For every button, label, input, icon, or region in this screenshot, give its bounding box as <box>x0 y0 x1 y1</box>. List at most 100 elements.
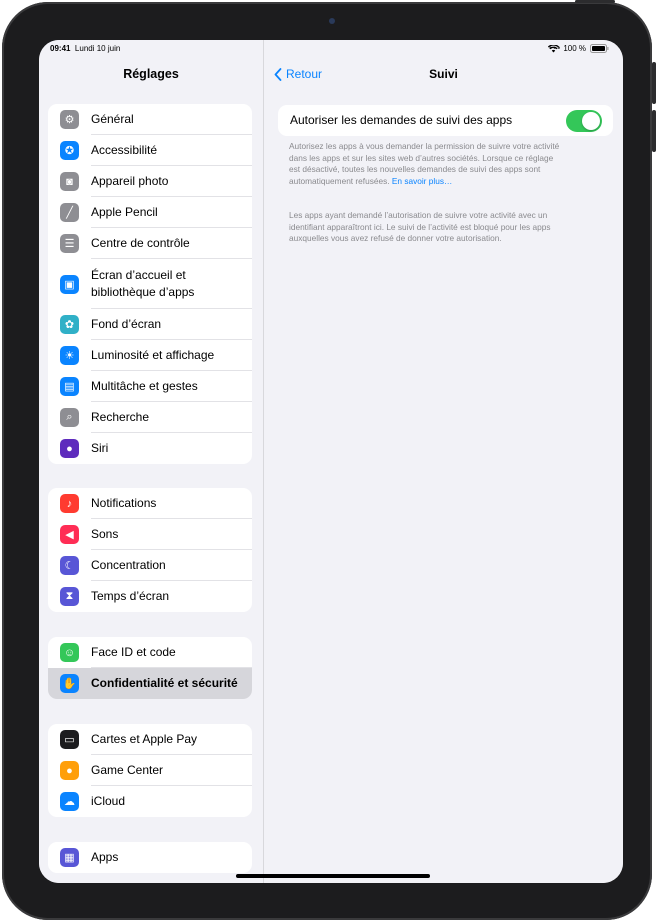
footer-line: identifiant apparaîtront ici. Le suivi d… <box>289 221 551 232</box>
bell-icon: ♪ <box>60 494 79 513</box>
sidebar-item-apps[interactable]: ▦ Apps <box>48 842 252 873</box>
sidebar-item-label: Luminosité et affichage <box>91 348 215 362</box>
toggles-icon: ☰ <box>60 234 79 253</box>
sidebar-item-face-id-et-code[interactable]: ☺ Face ID et code <box>48 637 252 668</box>
speaker-icon: ◀ <box>60 525 79 544</box>
tracking-toggle-row: Autoriser les demandes de suivi des apps <box>278 105 613 136</box>
sidebar-item-apple-pencil[interactable]: ╱ Apple Pencil <box>48 197 252 228</box>
top-button <box>575 0 615 3</box>
page-title: Suivi <box>429 67 458 81</box>
sidebar-item-label: Apps <box>91 850 119 864</box>
footer-line: automatiquement refusées. En savoir plus… <box>289 176 619 188</box>
volume-up-button <box>652 62 656 104</box>
hand-icon: ✋ <box>60 674 79 693</box>
sidebar-title: Réglages <box>123 67 179 81</box>
sidebar-item-label: Game Center <box>91 763 164 777</box>
sidebar-item-cartes-et-apple-pay[interactable]: ▭ Cartes et Apple Pay <box>48 724 252 755</box>
sidebar-item-centre-de-contrôle[interactable]: ☰ Centre de contrôle <box>48 228 252 259</box>
pencil-icon: ╱ <box>60 203 79 222</box>
footer-line: auxquelles vous avez refusé de donner vo… <box>289 233 502 243</box>
sidebar-item-label: Concentration <box>91 558 166 572</box>
sidebar-item-label: Accessibilité <box>91 143 158 157</box>
gear-icon: ⚙ <box>60 110 79 129</box>
front-camera <box>329 18 335 24</box>
sidebar-item-appareil-photo[interactable]: ◙ Appareil photo <box>48 166 252 197</box>
sidebar-item-label: Temps d’écran <box>91 589 170 603</box>
sidebar-item-label: Recherche <box>91 410 150 424</box>
sidebar-item-label: Multitâche et gestes <box>91 379 198 393</box>
wallet-icon: ▭ <box>60 730 79 749</box>
home-indicator[interactable] <box>236 874 430 878</box>
sidebar-item-label: Cartes et Apple Pay <box>91 732 198 746</box>
sidebar-item-multitâche-et-gestes[interactable]: ▤ Multitâche et gestes <box>48 371 252 402</box>
settings-group: ▦ Apps <box>48 842 252 873</box>
sidebar-item-label: Notifications <box>91 496 157 510</box>
toggle-knob <box>582 112 600 130</box>
battery-icon <box>590 44 609 53</box>
sidebar-item-confidentialité-et-sécurité[interactable]: ✋ Confidentialité et sécurité <box>48 668 252 699</box>
multitask-icon: ▤ <box>60 377 79 396</box>
wifi-icon <box>548 44 560 52</box>
sidebar-item-fond-d-écran[interactable]: ✿ Fond d’écran <box>48 309 252 340</box>
footer-line: est désactivé, toutes les nouvelles dema… <box>289 164 541 174</box>
sidebar-item-label: Fond d’écran <box>91 317 162 331</box>
home-screen-icon: ▣ <box>60 274 79 294</box>
sidebar-item-label: Siri <box>91 441 109 455</box>
game-center-icon: ● <box>60 761 79 780</box>
label-line: bibliothèque d’apps <box>91 285 195 299</box>
sidebar-item-label: Confidentialité et sécurité <box>91 676 238 690</box>
sidebar-item-label: Centre de contrôle <box>91 236 190 250</box>
settings-group: ☺ Face ID et code ✋ Confidentialité et sécu… <box>48 637 252 699</box>
label-line: Écran d’accueil et <box>91 268 186 282</box>
footer-tail: automatiquement refusées. <box>289 175 390 186</box>
settings-group: ▭ Cartes et Apple Pay ● Game Center ☁ iCloud <box>48 724 252 817</box>
learn-more-link[interactable]: En savoir plus… <box>392 176 452 186</box>
settings-group: ⚙ Général ✪ Accessibilité ◙ Appareil photo ╱ Ap… <box>48 104 252 464</box>
sidebar-item-général[interactable]: ⚙ Général <box>48 104 252 135</box>
accessibility-icon: ✪ <box>60 141 79 160</box>
tracking-toggle-label: Autoriser les demandes de suivi des apps <box>290 113 513 127</box>
sidebar-item-luminosité-et-affichage[interactable]: ☀ Luminosité et affichage <box>48 340 252 371</box>
sidebar: 09:41 Lundi 10 juin Réglages ⚙ Général ✪ Ac… <box>39 40 264 883</box>
flower-icon: ✿ <box>60 315 79 334</box>
sidebar-item-label: Sons <box>91 527 119 541</box>
search-icon: ⌕ <box>60 408 79 427</box>
sidebar-item-label: Apple Pencil <box>91 205 158 219</box>
tracking-toggle[interactable] <box>566 110 602 132</box>
sidebar-item-recherche[interactable]: ⌕ Recherche <box>48 402 252 433</box>
sidebar-item-label: Face ID et code <box>91 645 176 659</box>
footer-line: dans les apps et sur les sites web d’aut… <box>289 152 554 163</box>
sidebar-item-notifications[interactable]: ♪ Notifications <box>48 488 252 519</box>
moon-icon: ☾ <box>60 556 79 575</box>
footer-line: Autorisez les apps à vous demander la pe… <box>289 141 560 151</box>
sidebar-item-label: Général <box>91 112 134 126</box>
screen: 09:41 Lundi 10 juin Réglages ⚙ Général ✪ Ac… <box>39 40 623 883</box>
detail-pane: ••• 100 % Retour Suivi Autoriser les dem… <box>264 40 623 883</box>
sidebar-item-game-center[interactable]: ● Game Center <box>48 755 252 786</box>
settings-group: ♪ Notifications ◀ Sons ☾ Concentration ⧗ Temps … <box>48 488 252 612</box>
sidebar-item-label: iCloud <box>91 794 126 808</box>
tracked-apps-footer-text: Les apps ayant demandé l’autorisation de… <box>289 210 619 245</box>
sidebar-item-label: Appareil photo <box>91 174 169 188</box>
volume-down-button <box>652 110 656 152</box>
sidebar-item-temps-d-écran[interactable]: ⧗ Temps d’écran <box>48 581 252 612</box>
sun-icon: ☀ <box>60 346 79 365</box>
sidebar-item-label: Écran d’accueil et bibliothèque d’apps <box>91 267 194 301</box>
sidebar-item-sons[interactable]: ◀ Sons <box>48 519 252 550</box>
sidebar-item-accessibilité[interactable]: ✪ Accessibilité <box>48 135 252 166</box>
footer-line: Les apps ayant demandé l’autorisation de… <box>289 210 548 220</box>
camera-icon: ◙ <box>60 172 79 191</box>
sidebar-item-icloud[interactable]: ☁ iCloud <box>48 786 252 817</box>
status-right: 100 % <box>548 44 609 53</box>
sidebar-item-concentration[interactable]: ☾ Concentration <box>48 550 252 581</box>
tracking-footer-text: Autorisez les apps à vous demander la pe… <box>289 141 619 187</box>
hourglass-icon: ⧗ <box>60 587 79 606</box>
sidebar-item-siri[interactable]: ● Siri <box>48 433 252 464</box>
faceid-icon: ☺ <box>60 643 79 662</box>
status-time: 09:41 Lundi 10 juin <box>50 44 121 53</box>
siri-icon: ● <box>60 439 79 458</box>
cloud-icon: ☁ <box>60 792 79 811</box>
battery-percent: 100 % <box>563 44 586 53</box>
apps-grid-icon: ▦ <box>60 848 79 867</box>
sidebar-item-écran-d-accueil-et[interactable]: ▣ Écran d’accueil et bibliothèque d’apps <box>48 259 252 309</box>
